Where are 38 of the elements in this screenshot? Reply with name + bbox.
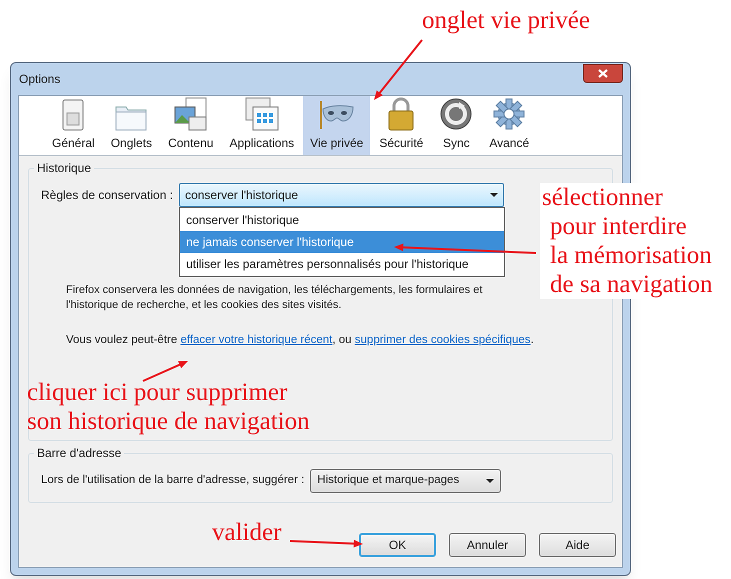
annotation-text: valider [212,518,282,547]
annotation-arrow [374,39,423,100]
field-label: Lors de l'utilisation de la barre d'adresse, suggérer : [41,473,304,488]
dialog-button[interactable]: OK [359,533,436,557]
window-title: Options [18,71,60,88]
field-label: Règles de conservation : [41,187,174,204]
toolbar-tab[interactable]: Contenu [161,96,220,155]
toolbar-tab[interactable]: Sync [432,96,480,155]
annotation-text: onglet vie privée [422,6,590,35]
toolbar-tab[interactable]: Vie privée [303,96,370,155]
toolbar-tab[interactable]: Général [45,96,102,155]
dialog-button[interactable]: Annuler [449,533,526,557]
toolbar-tab[interactable]: Onglets [104,96,160,155]
dropdown-option[interactable]: conserver l'historique [180,209,504,231]
toolbar-tab[interactable]: Sécurité [372,96,430,155]
switch-icon [62,99,84,131]
group-legend: Historique [34,161,94,175]
dropdown-select[interactable]: conserver l'historique [179,183,504,207]
suggestion-text: Vous voulez peut-être effacer votre historique récent, ou supprimer des cookies spécifiques. [66,333,535,348]
dropdown-select[interactable]: Historique et marque-pages [310,469,502,493]
annotation-text: cliquer ici pour supprimer son historique de navigation [27,378,310,436]
close-icon [598,68,608,78]
annotation-arrow [142,361,188,382]
mask-icon [318,99,356,131]
dropdown-option[interactable]: utiliser les paramètres personnalisés pour l'historique [180,253,504,275]
toolbar-tab[interactable]: Avancé [482,96,536,155]
padlock-icon [387,97,416,131]
dialog-button[interactable]: Aide [539,533,616,557]
annotation-text: sélectionner pour interdire la mémorisation de sa navigation [540,183,712,299]
clear-history-link[interactable]: effacer votre historique récent [180,334,332,346]
caret-icon [490,193,498,197]
caret-icon [486,479,494,483]
group-legend: Barre d'adresse [34,446,124,460]
toolbar-tab[interactable]: Applications [222,96,302,155]
close-button[interactable] [583,64,623,82]
description-text: Firefox conservera les données de navigation, les téléchargements, les formulaires et l'historique de recherche, et les cookies des sites visités. [66,283,484,313]
sync-icon [439,97,474,131]
delete-cookies-link[interactable]: supprimer des cookies spécifiques [354,334,531,346]
